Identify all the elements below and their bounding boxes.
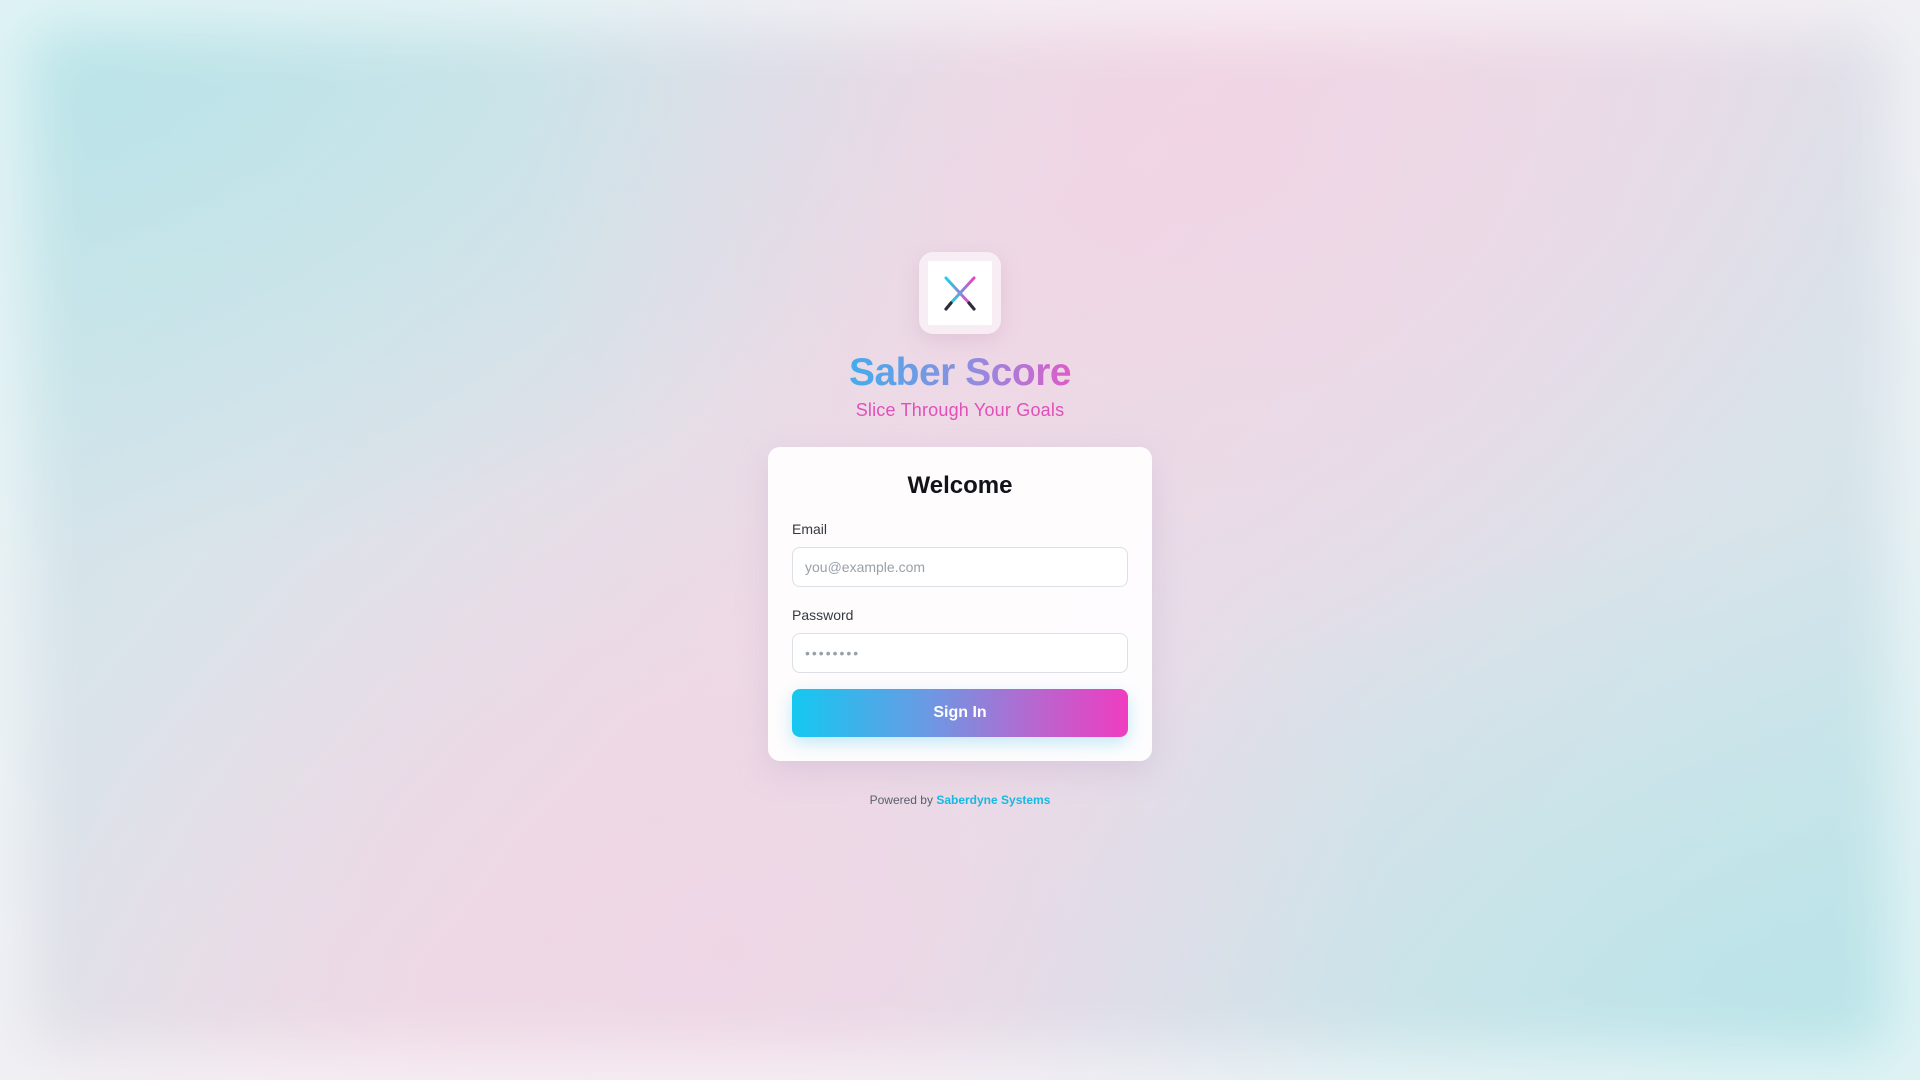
password-group: Password bbox=[792, 607, 1128, 673]
logo-inner bbox=[928, 261, 992, 325]
footer-link-saberdyne[interactable]: Saberdyne Systems bbox=[936, 793, 1050, 807]
app-title: Saber Score bbox=[849, 348, 1072, 398]
login-container: Saber Score Slice Through Your Goals Wel… bbox=[0, 252, 1920, 807]
login-card: Welcome Email Password Sign In bbox=[768, 447, 1152, 761]
crossed-sabers-icon bbox=[944, 276, 976, 311]
app-logo bbox=[919, 252, 1001, 334]
password-label: Password bbox=[792, 607, 854, 623]
email-label: Email bbox=[792, 521, 828, 537]
email-group: Email bbox=[792, 521, 1128, 587]
email-field[interactable] bbox=[792, 547, 1128, 587]
app-tagline: Slice Through Your Goals bbox=[855, 400, 1065, 420]
footer: Powered by Saberdyne Systems bbox=[870, 793, 1051, 807]
sign-in-button[interactable]: Sign In bbox=[792, 689, 1128, 737]
password-field[interactable] bbox=[792, 633, 1128, 673]
card-title: Welcome bbox=[907, 472, 1013, 499]
footer-prefix: Powered by bbox=[869, 793, 933, 807]
